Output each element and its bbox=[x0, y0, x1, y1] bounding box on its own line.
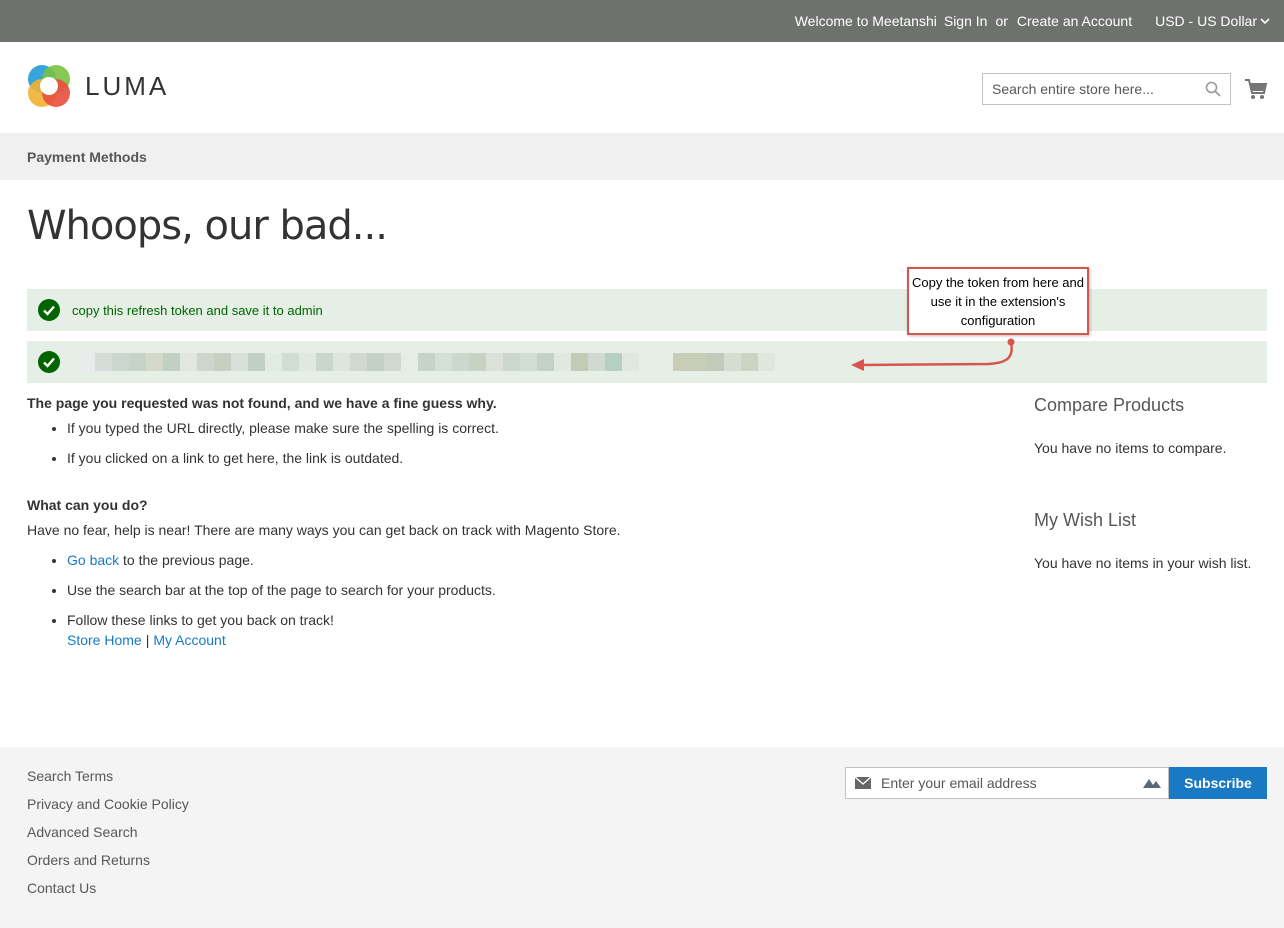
blurred-token[interactable] bbox=[78, 353, 775, 371]
welcome-message: Welcome to Meetanshi bbox=[794, 13, 937, 29]
sign-in-link[interactable]: Sign In bbox=[944, 13, 988, 29]
luma-logo-icon bbox=[28, 65, 70, 107]
search-input[interactable] bbox=[983, 74, 1193, 104]
navigation-bar: Payment Methods bbox=[0, 133, 1284, 180]
check-circle-icon bbox=[38, 299, 60, 321]
footer-link-search-terms[interactable]: Search Terms bbox=[27, 768, 113, 784]
footer-link-contact-us[interactable]: Contact Us bbox=[27, 880, 96, 896]
compare-products-block: Compare Products You have no items to co… bbox=[1034, 395, 1274, 456]
footer-links: Search Terms Privacy and Cookie Policy A… bbox=[27, 768, 189, 908]
create-account-link[interactable]: Create an Account bbox=[1017, 13, 1132, 29]
list-item: Go back to the previous page. bbox=[67, 551, 927, 569]
help-intro: Have no fear, help is near! There are ma… bbox=[27, 522, 621, 538]
action-list: Go back to the previous page. Use the se… bbox=[27, 551, 927, 649]
autofill-icon[interactable] bbox=[1142, 777, 1162, 789]
list-item: If you clicked on a link to get here, th… bbox=[67, 449, 927, 467]
wish-list-title: My Wish List bbox=[1034, 510, 1137, 530]
list-item: If you typed the URL directly, please ma… bbox=[67, 419, 927, 437]
go-back-text: to the previous page. bbox=[119, 552, 254, 568]
chevron-down-icon bbox=[1260, 18, 1270, 25]
search-box bbox=[982, 73, 1231, 105]
store-logo[interactable]: LUMA bbox=[27, 64, 169, 108]
wish-list-empty: You have no items in your wish list. bbox=[1034, 555, 1252, 571]
currency-label: USD - US Dollar bbox=[1155, 13, 1257, 29]
what-can-you-do-heading: What can you do? bbox=[27, 497, 148, 513]
header: LUMA bbox=[0, 42, 1284, 133]
cart-icon[interactable] bbox=[1244, 77, 1268, 101]
newsletter-email-input[interactable] bbox=[881, 775, 1131, 791]
footer-link-privacy[interactable]: Privacy and Cookie Policy bbox=[27, 796, 189, 812]
list-item: Use the search bar at the top of the pag… bbox=[67, 581, 927, 599]
my-account-link[interactable]: My Account bbox=[153, 632, 225, 648]
logo-text: LUMA bbox=[85, 70, 170, 101]
main-content: The page you requested was not found, an… bbox=[27, 394, 927, 649]
envelope-icon bbox=[855, 777, 871, 789]
page-title: Whoops, our bad... bbox=[27, 203, 388, 249]
subscribe-button[interactable]: Subscribe bbox=[1169, 767, 1267, 799]
store-home-link[interactable]: Store Home bbox=[67, 632, 142, 648]
go-back-link[interactable]: Go back bbox=[67, 552, 119, 568]
footer: Search Terms Privacy and Cookie Policy A… bbox=[0, 747, 1284, 928]
check-circle-icon bbox=[38, 351, 60, 373]
compare-products-empty: You have no items to compare. bbox=[1034, 440, 1227, 456]
newsletter-field bbox=[845, 767, 1169, 799]
helpful-links: Store Home | My Account bbox=[67, 631, 927, 649]
annotation-callout: Copy the token from here and use it in t… bbox=[907, 267, 1089, 335]
token-message[interactable] bbox=[27, 341, 1267, 383]
footer-link-advanced-search[interactable]: Advanced Search bbox=[27, 824, 138, 840]
nav-item-payment-methods[interactable]: Payment Methods bbox=[27, 149, 147, 165]
follow-links-text: Follow these links to get you back on tr… bbox=[67, 612, 334, 628]
search-icon[interactable] bbox=[1205, 81, 1221, 97]
footer-link-orders-returns[interactable]: Orders and Returns bbox=[27, 852, 150, 868]
compare-products-title: Compare Products bbox=[1034, 395, 1185, 415]
reason-list: If you typed the URL directly, please ma… bbox=[27, 419, 927, 467]
annotation-arrow-icon bbox=[851, 338, 1015, 371]
success-message-text: copy this refresh token and save it to a… bbox=[72, 302, 323, 318]
wish-list-block: My Wish List You have no items in your w… bbox=[1034, 510, 1274, 571]
or-text: or bbox=[995, 13, 1008, 29]
not-found-heading: The page you requested was not found, an… bbox=[27, 395, 497, 411]
link-separator: | bbox=[145, 632, 150, 648]
list-item: Follow these links to get you back on tr… bbox=[67, 611, 927, 649]
top-bar: Welcome to Meetanshi Sign In or Create a… bbox=[0, 0, 1284, 42]
currency-switcher[interactable]: USD - US Dollar bbox=[1147, 13, 1270, 29]
